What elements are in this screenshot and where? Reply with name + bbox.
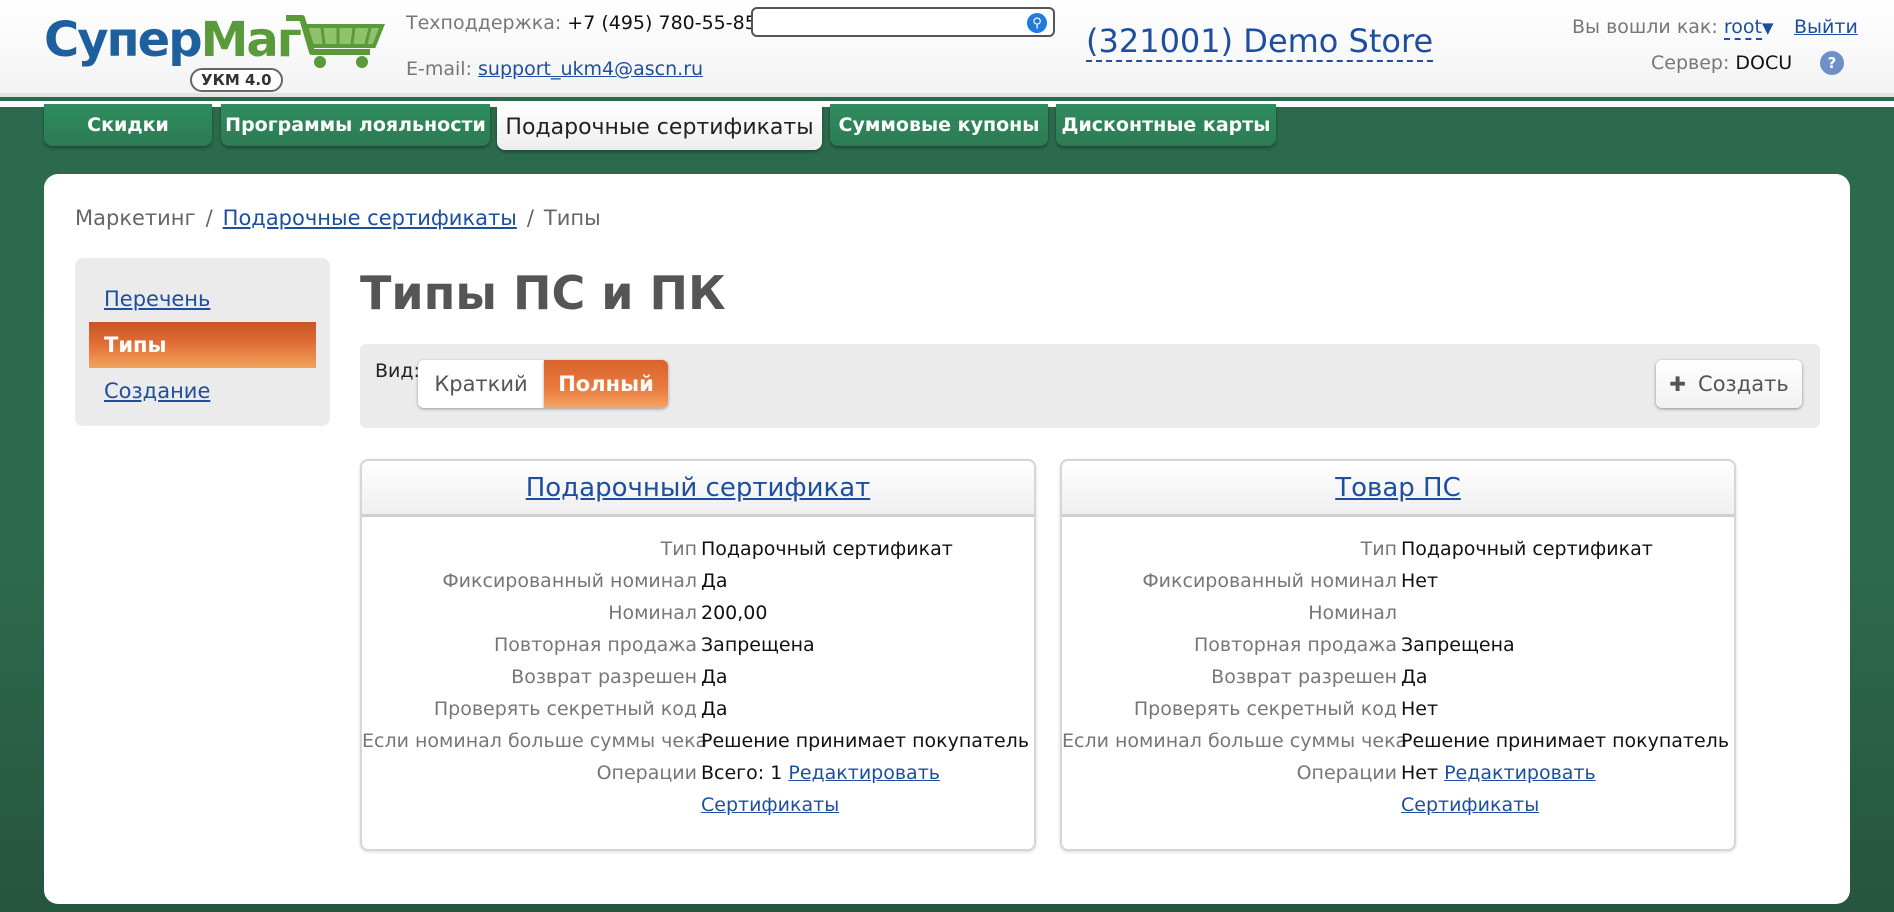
property-row: Повторная продажа Запрещена [1193, 634, 1515, 656]
sidebar-item-create[interactable]: Создание [89, 368, 316, 414]
view-full-button[interactable]: Полный [544, 360, 668, 408]
sidebar-item-label[interactable]: Создание [104, 379, 210, 403]
certificates-row: Сертификаты [362, 793, 1034, 825]
sidebar-menu: Перечень Типы Создание [75, 258, 330, 426]
sidebar-item-label: Типы [104, 333, 167, 357]
breadcrumb-root: Маркетинг [75, 206, 196, 230]
create-button-label: Создать [1698, 372, 1789, 396]
card-properties: Тип Подарочный сертификат Фиксированный н… [362, 537, 1034, 825]
view-brief-button[interactable]: Краткий [418, 360, 544, 408]
breadcrumb-link-gift-certificates[interactable]: Подарочные сертификаты [223, 206, 517, 230]
property-row: Повторная продажа Запрещена [493, 634, 815, 656]
property-row: Тип Подарочный сертификат [660, 538, 953, 560]
certificates-row: Сертификаты [1062, 793, 1734, 825]
help-icon[interactable]: ? [1820, 51, 1844, 75]
type-card: Товар ПС Тип Подарочный сертификат Фиксир… [1060, 459, 1736, 851]
edit-link[interactable]: Редактировать [788, 762, 940, 784]
card-title-link[interactable]: Товар ПС [1335, 473, 1461, 503]
property-row: Проверять секретный код Да [433, 698, 728, 720]
logout-link[interactable]: Выйти [1794, 16, 1858, 38]
search-box[interactable]: ⚲ [751, 7, 1055, 37]
server-info: Сервер: DOCU [1651, 52, 1793, 74]
view-toolbar: Вид: Краткий Полный ✚ Создать [360, 344, 1820, 428]
logged-in-as: Вы вошли как: root▼ [1572, 16, 1774, 40]
property-row: Номинал [1308, 602, 1397, 624]
property-row: Фиксированный номинал Нет [1142, 570, 1439, 592]
card-header: Подарочный сертификат [362, 461, 1034, 517]
breadcrumb: Маркетинг / Подарочные сертификаты / Типы [75, 206, 601, 230]
version-badge: УКМ 4.0 [190, 68, 283, 92]
chevron-down-icon[interactable]: ▼ [1762, 19, 1774, 37]
operations-row: Операции Нет Редактировать [1296, 762, 1596, 784]
view-label: Вид: [375, 360, 420, 382]
user-menu[interactable]: root [1723, 16, 1762, 40]
certificates-link[interactable]: Сертификаты [1401, 793, 1539, 825]
certificates-link[interactable]: Сертификаты [701, 793, 839, 825]
operations-row: Операции Всего: 1 Редактировать [596, 762, 940, 784]
card-properties: Тип Подарочный сертификат Фиксированный н… [1062, 537, 1734, 825]
app-header: СуперМаг УКМ 4.0 Техподдержка: +7 (495) … [0, 0, 1894, 107]
property-row: Возврат разрешен Да [511, 666, 728, 688]
card-header: Товар ПС [1062, 461, 1734, 517]
tab-discounts[interactable]: Скидки [44, 104, 212, 146]
create-button[interactable]: ✚ Создать [1656, 360, 1802, 408]
sidebar-item-types[interactable]: Типы [89, 322, 316, 368]
support-phone: Техподдержка: +7 (495) 780-55-85 [406, 12, 757, 34]
edit-link[interactable]: Редактировать [1444, 762, 1596, 784]
property-row: Проверять секретный код Нет [1133, 698, 1439, 720]
supermag-logo[interactable]: СуперМаг УКМ 4.0 [44, 8, 385, 92]
tab-gift-certificates[interactable]: Подарочные сертификаты [497, 104, 822, 150]
property-row: Тип Подарочный сертификат [1360, 538, 1653, 560]
logo-text: СуперМаг [44, 12, 302, 68]
search-input[interactable] [759, 9, 1029, 35]
store-selector[interactable]: (321001) Demo Store [1086, 22, 1434, 62]
support-email-link[interactable]: support_ukm4@ascn.ru [478, 58, 703, 80]
support-email: E-mail: support_ukm4@ascn.ru [406, 58, 704, 80]
sidebar-item-list[interactable]: Перечень [89, 276, 316, 322]
sidebar-item-label[interactable]: Перечень [104, 287, 210, 311]
shopping-cart-icon [286, 15, 385, 68]
property-row: Номинал 200,00 [608, 602, 768, 624]
plus-icon: ✚ [1669, 372, 1687, 396]
main-panel: Маркетинг / Подарочные сертификаты / Типы Пе… [44, 174, 1850, 904]
search-icon[interactable]: ⚲ [1027, 13, 1047, 33]
property-row: Если номинал больше суммы чека Решение пр… [1062, 730, 1730, 752]
tab-sum-coupons[interactable]: Суммовые купоны [830, 104, 1048, 146]
breadcrumb-current: Типы [543, 206, 601, 230]
page-title: Типы ПС и ПК [360, 266, 726, 320]
property-row: Фиксированный номинал Да [442, 570, 728, 592]
tab-discount-cards[interactable]: Дисконтные карты [1056, 104, 1276, 146]
property-row: Если номинал больше суммы чека Решение пр… [362, 730, 1030, 752]
card-title-link[interactable]: Подарочный сертификат [526, 473, 871, 503]
tab-loyalty-programs[interactable]: Программы лояльности [221, 104, 490, 146]
property-row: Возврат разрешен Да [1211, 666, 1428, 688]
type-card: Подарочный сертификат Тип Подарочный серт… [360, 459, 1036, 851]
